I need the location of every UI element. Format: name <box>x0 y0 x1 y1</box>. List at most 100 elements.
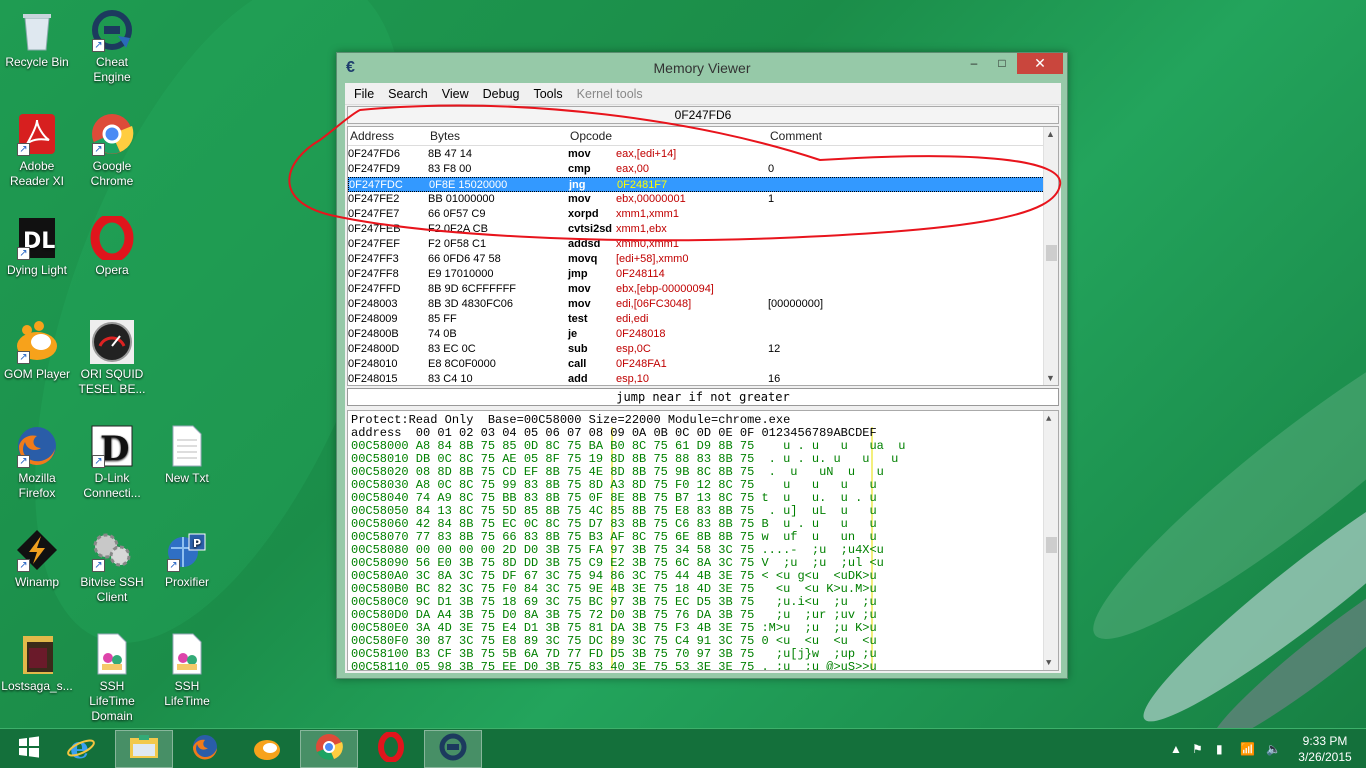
window-title: Memory Viewer <box>653 60 751 76</box>
taskbar-file-explorer[interactable] <box>115 730 173 768</box>
taskbar-firefox[interactable] <box>176 730 234 768</box>
disasm-comment: [00000000] <box>768 298 824 310</box>
desktop-icon-dying-light[interactable]: DL ↗ Dying Light <box>1 216 73 278</box>
close-button[interactable]: ✕ <box>1017 53 1063 74</box>
menu-search[interactable]: Search <box>381 87 435 101</box>
desktop-icon-label: ORI SQUID TESEL BE... <box>78 367 146 396</box>
scrollbar-thumb[interactable] <box>1046 537 1057 553</box>
desktop-icon-label: Cheat Engine <box>93 55 131 84</box>
scroll-up-icon[interactable]: ▲ <box>1046 413 1051 426</box>
internet-explorer-icon: e <box>66 731 96 767</box>
disasm-row[interactable]: 0F247FDC 0F8E 15020000 jng 0F2481F7 <box>348 177 1045 192</box>
disasm-row[interactable]: 0F247FD6 8B 47 14 mov eax,[edi+14] <box>348 147 1045 162</box>
disasm-row[interactable]: 0F248015 83 C4 10 add esp,10 16 <box>348 372 1045 385</box>
system-clock[interactable]: 9:33 PM 3/26/2015 <box>1290 733 1360 765</box>
column-header-address[interactable]: Address <box>350 129 394 143</box>
column-header-bytes[interactable]: Bytes <box>430 129 460 143</box>
opera-icon <box>90 213 134 263</box>
desktop-icon-ssh-lifetime-domain[interactable]: SSH LifeTime Domain <box>76 632 148 724</box>
gom-player-icon <box>252 733 282 766</box>
desktop-icon-label: Opera <box>95 263 129 277</box>
menu-kernel-tools[interactable]: Kernel tools <box>570 87 650 101</box>
maximize-button[interactable]: □ <box>989 53 1015 74</box>
power-icon[interactable]: ▮ <box>1216 742 1223 756</box>
show-hidden-icons[interactable]: ▲ <box>1170 742 1182 756</box>
disasm-opcode: jng <box>569 179 586 191</box>
desktop-icon-lostsaga[interactable]: Lostsaga_s... <box>1 632 73 694</box>
desktop-icon-adobe-reader[interactable]: ↗ Adobe Reader XI <box>1 112 73 189</box>
desktop-icon-bitvise[interactable]: ↗ Bitvise SSH Client <box>76 528 148 605</box>
menu-debug[interactable]: Debug <box>476 87 527 101</box>
disasm-opcode: mov <box>568 283 591 295</box>
desktop-icon-cheat-engine[interactable]: ↗ Cheat Engine <box>76 8 148 85</box>
desktop-icon-recycle-bin[interactable]: Recycle Bin <box>1 8 73 70</box>
network-icon[interactable]: 📶 <box>1240 742 1255 756</box>
disasm-bytes: F2 0F58 C1 <box>428 238 487 250</box>
desktop-icon-proxifier[interactable]: P ↗ Proxifier <box>151 528 223 590</box>
action-center-icon[interactable]: ⚑ <box>1192 742 1203 756</box>
folder-icon <box>15 632 59 676</box>
disasm-row[interactable]: 0F24800B 74 0B je 0F248018 <box>348 327 1045 342</box>
minimize-button[interactable]: – <box>961 53 987 74</box>
desktop-icon-winamp[interactable]: ↗ Winamp <box>1 528 73 590</box>
disasm-opcode: call <box>568 358 587 370</box>
taskbar-gom-player[interactable] <box>238 730 296 768</box>
desktop-icon-ssh-lifetime[interactable]: SSH LifeTime <box>151 632 223 709</box>
desktop-icon-new-txt[interactable]: New Txt <box>151 424 223 486</box>
disasm-row[interactable]: 0F247FFD 8B 9D 6CFFFFFF mov ebx,[ebp-000000… <box>348 282 1045 297</box>
desktop-icon-ori-squid[interactable]: ORI SQUID TESEL BE... <box>76 320 148 397</box>
disassembler-scrollbar[interactable]: ▲ ▼ <box>1043 127 1058 385</box>
disasm-row[interactable]: 0F248003 8B 3D 4830FC06 mov edi,[06FC3048] [… <box>348 297 1045 312</box>
menu-tools[interactable]: Tools <box>526 87 569 101</box>
address-display[interactable]: 0F247FD6 <box>347 106 1059 124</box>
disasm-row[interactable]: 0F248009 85 FF test edi,edi <box>348 312 1045 327</box>
disasm-opcode: mov <box>568 193 591 205</box>
disasm-row[interactable]: 0F247FE2 BB 01000000 mov ebx,00000001 1 <box>348 192 1045 207</box>
scroll-up-icon[interactable]: ▲ <box>1046 129 1055 139</box>
column-header-comment[interactable]: Comment <box>770 129 822 143</box>
start-button[interactable] <box>0 730 58 768</box>
menu-view[interactable]: View <box>435 87 476 101</box>
taskbar-cheat-engine[interactable] <box>424 730 482 768</box>
disasm-row[interactable]: 0F247FD9 83 F8 00 cmp eax,00 0 <box>348 162 1045 177</box>
disasm-comment: 12 <box>768 343 781 355</box>
firefox-icon <box>191 733 219 766</box>
scroll-down-icon[interactable]: ▼ <box>1046 373 1055 383</box>
scrollbar-thumb[interactable] <box>1046 245 1057 261</box>
disasm-row[interactable]: 0F247FEF F2 0F58 C1 addsd xmm0,xmm1 <box>348 237 1045 252</box>
disasm-address: 0F247FEB <box>348 223 401 235</box>
menu-file[interactable]: File <box>347 87 381 101</box>
disasm-bytes: 8B 9D 6CFFFFFF <box>428 283 517 295</box>
winamp-icon: ↗ <box>15 528 59 572</box>
desktop-icon-gom-player[interactable]: ↗ GOM Player <box>1 320 73 382</box>
column-header-opcode[interactable]: Opcode <box>570 129 612 143</box>
taskbar-opera[interactable] <box>362 730 420 768</box>
hex-scrollbar[interactable]: ▲ ▼ <box>1043 411 1058 670</box>
taskbar-ie[interactable]: e <box>52 730 110 768</box>
desktop-icon-google-chrome[interactable]: ↗ Google Chrome <box>76 112 148 189</box>
disasm-row[interactable]: 0F24800D 83 EC 0C sub esp,0C 12 <box>348 342 1045 357</box>
desktop-icon-dlink[interactable]: D ↗ D-Link Connecti... <box>76 424 148 501</box>
title-bar[interactable]: € Memory Viewer – □ ✕ <box>337 53 1067 83</box>
disasm-address: 0F247FEF <box>348 238 400 250</box>
desktop-icon-opera[interactable]: Opera <box>76 213 148 278</box>
memory-viewer-window[interactable]: € Memory Viewer – □ ✕ File Search View D… <box>336 52 1068 679</box>
disasm-row[interactable]: 0F247FF8 E9 17010000 jmp 0F248114 <box>348 267 1045 282</box>
disasm-row[interactable]: 0F247FF3 66 0FD6 47 58 movq [edi+58],xmm0 <box>348 252 1045 267</box>
disasm-row[interactable]: 0F247FEB F2 0F2A CB cvtsi2sd xmm1,ebx <box>348 222 1045 237</box>
volume-icon[interactable]: 🔈 <box>1266 742 1281 756</box>
disasm-operands: xmm1,xmm1 <box>616 208 679 220</box>
desktop-icon-mozilla-firefox[interactable]: ↗ Mozilla Firefox <box>1 424 73 501</box>
disasm-row[interactable]: 0F247FE7 66 0F57 C9 xorpd xmm1,xmm1 <box>348 207 1045 222</box>
disasm-comment: 1 <box>768 193 775 205</box>
disassembler-view[interactable]: Address Bytes Opcode Comment 0F247FD6 8B … <box>347 126 1059 386</box>
chrome-icon <box>315 733 343 766</box>
scroll-down-icon[interactable]: ▼ <box>1046 657 1051 670</box>
disasm-address: 0F247FDC <box>349 179 403 191</box>
disasm-row[interactable]: 0F248010 E8 8C0F0000 call 0F248FA1 <box>348 357 1045 372</box>
disasm-opcode: cmp <box>568 163 591 175</box>
hex-row[interactable]: 00C58110 05 98 3B 75 EE D0 3B 75 83 40 3… <box>351 661 877 671</box>
hex-view[interactable]: Protect:Read Only Base=00C58000 Size=220… <box>347 410 1059 671</box>
taskbar-chrome[interactable] <box>300 730 358 768</box>
disasm-operands: [edi+58],xmm0 <box>616 253 689 265</box>
